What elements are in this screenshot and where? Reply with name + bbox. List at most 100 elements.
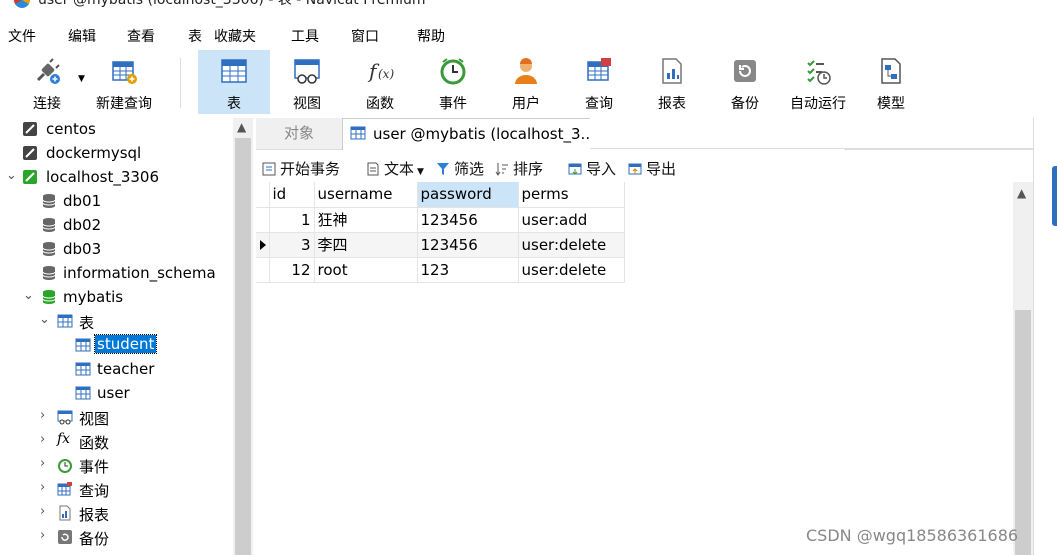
user-button[interactable]: 用户 (490, 50, 562, 114)
cell-id[interactable]: 12 (269, 257, 315, 283)
chevron-up-icon[interactable]: ▲ (237, 120, 246, 134)
function-label: 函数 (366, 96, 394, 112)
chevron-right-icon[interactable]: › (40, 528, 45, 543)
cell-password[interactable]: 123 (417, 257, 519, 283)
reports-group[interactable]: › 报表 (36, 502, 232, 526)
export-button[interactable]: 导出 (628, 158, 676, 179)
table-row[interactable]: 3 李四 123456 user:delete (256, 232, 625, 258)
menu-help[interactable]: 帮助 (417, 26, 445, 46)
functions-group[interactable]: › fx 函数 (36, 430, 232, 454)
new-query-button[interactable]: 新建查询 (90, 50, 158, 114)
cell-perms[interactable]: user:delete (518, 232, 625, 258)
report-button[interactable]: 报表 (637, 50, 707, 114)
cell-username[interactable]: 李四 (314, 232, 418, 258)
menu-edit[interactable]: 编辑 (68, 26, 96, 46)
connection-localhost[interactable]: ⌄ localhost_3306 (0, 166, 232, 190)
text-icon (367, 162, 379, 176)
scrollbar-thumb[interactable] (1015, 310, 1031, 555)
views-group[interactable]: › 视图 (36, 406, 232, 430)
table-icon (75, 362, 91, 376)
chevron-right-icon[interactable]: › (40, 504, 45, 519)
cell-perms[interactable]: user:delete (518, 257, 625, 283)
chevron-right-icon[interactable]: › (40, 480, 45, 495)
menu-view[interactable]: 查看 (127, 26, 155, 46)
menu-table[interactable]: 表 (188, 26, 202, 46)
export-label: 导出 (646, 160, 677, 178)
new-query-icon (112, 61, 137, 84)
table-icon (221, 59, 247, 83)
toolbar-separator (180, 58, 181, 108)
filter-button[interactable]: 筛选 (436, 158, 484, 179)
queries-group[interactable]: › 查询 (36, 478, 232, 502)
table-button[interactable]: 表 (198, 50, 270, 114)
menu-file[interactable]: 文件 (8, 26, 36, 46)
chevron-right-icon[interactable]: › (40, 456, 45, 471)
table-row[interactable]: 12 root 123 user:delete (256, 257, 625, 283)
database-label: db02 (63, 216, 102, 234)
table-label: teacher (97, 360, 155, 378)
menu-tools[interactable]: 工具 (291, 26, 319, 46)
chevron-down-icon[interactable]: ⌄ (23, 288, 34, 303)
grid-scrollbar[interactable]: ▲ (1013, 182, 1033, 555)
sidebar-scrollbar[interactable]: ▲ (233, 118, 253, 555)
autorun-button[interactable]: 自动运行 (783, 50, 853, 114)
data-grid: id username password perms 1 狂神 123456 u… (256, 182, 1013, 555)
cell-password[interactable]: 123456 (417, 232, 519, 258)
query-button[interactable]: 查询 (564, 50, 634, 114)
cell-id[interactable]: 1 (269, 207, 315, 233)
sort-label: 排序 (513, 160, 544, 178)
column-header-username[interactable]: username (314, 182, 418, 208)
function-button[interactable]: f (x) 函数 (345, 50, 415, 114)
cell-id[interactable]: 3 (269, 232, 315, 258)
tab-bar-empty-area (590, 118, 1033, 149)
event-label: 事件 (439, 96, 467, 112)
menu-window[interactable]: 窗口 (351, 26, 379, 46)
current-row-icon (260, 239, 266, 250)
row-selector[interactable] (256, 207, 270, 233)
database-label: db03 (63, 240, 102, 258)
user-label: 用户 (512, 96, 540, 112)
info-pane-icon (1052, 166, 1057, 226)
chevron-right-icon[interactable]: › (40, 408, 45, 423)
report-label: 报表 (658, 96, 686, 112)
cell-username[interactable]: 狂神 (314, 207, 418, 233)
database-mybatis[interactable]: ⌄ mybatis (20, 286, 232, 310)
tab-objects[interactable]: 对象 (256, 118, 342, 150)
chevron-down-icon[interactable]: ⌄ (39, 312, 50, 327)
menu-bar: 文件 编辑 查看 表 收藏夹 工具 窗口 帮助 (0, 24, 1057, 46)
scrollbar-thumb[interactable] (235, 138, 251, 555)
column-header-password[interactable]: password (417, 182, 519, 208)
tables-group[interactable]: ⌄ 表 (36, 310, 232, 334)
info-pane (1033, 118, 1057, 555)
cell-password[interactable]: 123456 (417, 207, 519, 233)
view-label: 视图 (293, 96, 321, 112)
model-button[interactable]: 模型 (856, 50, 926, 114)
text-button[interactable]: 文本 ▼ (366, 158, 424, 179)
row-selector[interactable] (256, 232, 270, 258)
chevron-down-icon[interactable]: ⌄ (6, 168, 17, 183)
row-selector[interactable] (256, 257, 270, 283)
chevron-right-icon[interactable]: › (40, 432, 45, 447)
event-button[interactable]: 事件 (418, 50, 488, 114)
events-group[interactable]: › 事件 (36, 454, 232, 478)
begin-transaction-label: 开始事务 (280, 160, 341, 178)
cell-username[interactable]: root (314, 257, 418, 283)
backups-group[interactable]: › 备份 (36, 526, 232, 550)
title-bar: user @mybatis (localhost_3306) - 表 - Nav… (0, 0, 1057, 12)
database-icon (42, 242, 56, 256)
filter-icon (437, 163, 449, 175)
chevron-up-icon[interactable]: ▲ (1017, 186, 1026, 200)
connect-button[interactable]: 连接 (14, 50, 80, 114)
column-header-id[interactable]: id (269, 182, 315, 208)
view-button[interactable]: 视图 (272, 50, 342, 114)
table-icon (75, 386, 91, 400)
connect-dropdown-icon[interactable]: ▼ (78, 74, 85, 84)
column-header-perms[interactable]: perms (518, 182, 625, 208)
cell-perms[interactable]: user:add (518, 207, 625, 233)
menu-favorites[interactable]: 收藏夹 (214, 26, 256, 46)
begin-transaction-button[interactable]: 开始事务 (262, 158, 340, 179)
table-row[interactable]: 1 狂神 123456 user:add (256, 207, 625, 233)
backup-button[interactable]: 备份 (710, 50, 780, 114)
import-button[interactable]: 导入 (568, 158, 616, 179)
sort-button[interactable]: 排序 (495, 158, 543, 179)
